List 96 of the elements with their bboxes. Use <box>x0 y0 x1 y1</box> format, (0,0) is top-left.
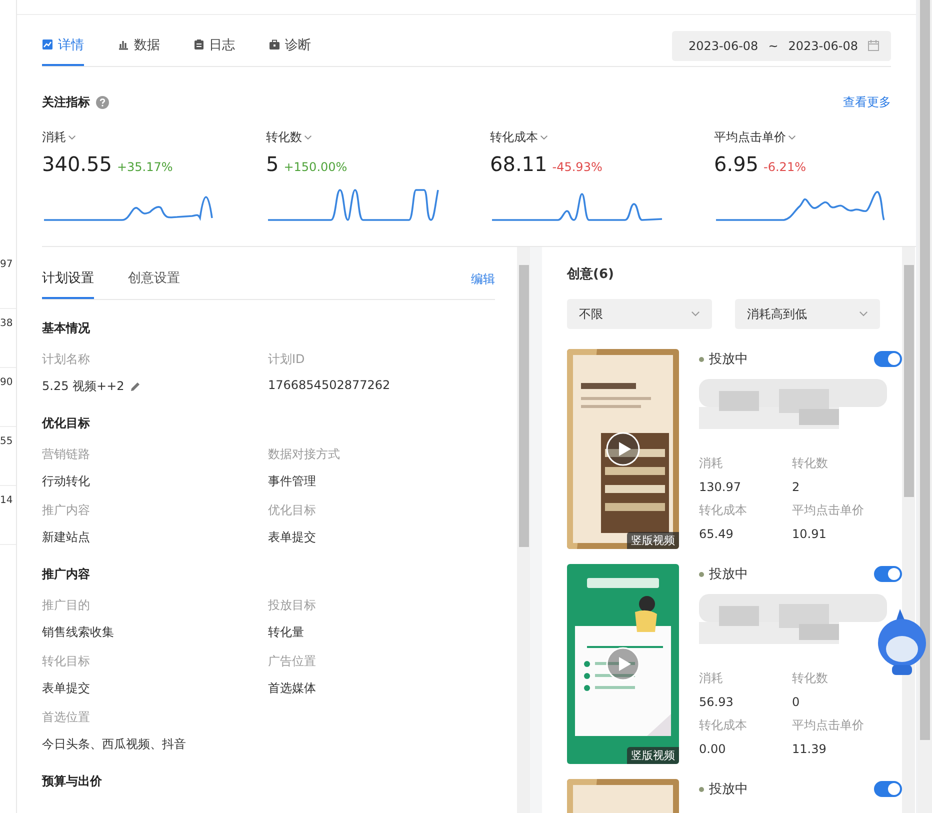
scrollbar[interactable] <box>902 247 915 813</box>
briefcase-icon <box>269 39 280 50</box>
field-label: 数据对接方式 <box>268 446 341 463</box>
table-cell: 38 <box>0 309 16 368</box>
section-title: 优化目标 <box>42 416 90 430</box>
status-label: 投放中 <box>699 780 748 798</box>
stat-value: 65.49 <box>699 527 734 541</box>
field-label: 计划名称 <box>42 351 91 368</box>
section-title: 预算与出价 <box>42 774 102 788</box>
stat-value: 130.97 <box>699 480 742 494</box>
chevron-down-icon <box>540 135 548 140</box>
section-title: 基本情况 <box>42 321 90 335</box>
status-label: 投放中 <box>699 350 748 368</box>
metric-value: 340.55 <box>42 152 112 176</box>
field-label: 营销链路 <box>42 446 91 463</box>
metric-value: 68.11 <box>490 152 548 176</box>
help-icon[interactable] <box>96 96 109 109</box>
bar-chart-icon <box>118 39 129 50</box>
tab[interactable]: 详情 <box>42 25 84 66</box>
stat-value: 11.39 <box>792 742 828 756</box>
stat-value: 2 <box>792 480 801 494</box>
table-cell: 55 <box>0 427 16 486</box>
chevron-down-icon <box>68 135 76 140</box>
field-value: 销售线索收集 <box>42 624 114 641</box>
field-label: 投放目标 <box>268 597 317 614</box>
metric-selector[interactable]: 转化数 <box>266 129 490 146</box>
table-cell: 14 <box>0 486 16 545</box>
chevron-down-icon <box>859 311 868 317</box>
panel-title: 创意(6) <box>567 266 615 283</box>
metric-change: +35.17% <box>116 160 173 174</box>
chevron-down-icon <box>691 311 700 317</box>
metric-selector[interactable]: 转化成本 <box>490 129 714 146</box>
calendar-icon <box>868 40 879 51</box>
dropdown[interactable]: 不限 <box>567 299 712 329</box>
field-value: 新建站点 <box>42 529 90 546</box>
field-value: 行动转化 <box>42 473 90 490</box>
field-value: 1766854502877262 <box>268 378 390 392</box>
field-value: 转化量 <box>268 624 304 641</box>
video-type-badge: 竖版视频 <box>627 747 679 764</box>
field-label: 推广目的 <box>42 597 91 614</box>
tab[interactable]: 数据 <box>118 25 160 66</box>
stat-label: 平均点击单价 <box>792 502 865 519</box>
date-range-field[interactable]: 2023-06-08 ~ 2023-06-08 <box>672 30 891 60</box>
field-label: 首选位置 <box>42 709 91 726</box>
metric-value: 6.95 <box>714 152 759 176</box>
tab[interactable]: 计划设置 <box>42 259 94 299</box>
section-title: 关注指标 <box>42 94 90 111</box>
metric-selector[interactable]: 消耗 <box>42 129 266 146</box>
field-value: 表单提交 <box>268 529 316 546</box>
field-label: 转化目标 <box>42 653 91 670</box>
stat-label: 转化成本 <box>699 717 748 734</box>
tab[interactable]: 创意设置 <box>128 259 180 299</box>
field-value: 今日头条、西瓜视频、抖音 <box>42 736 186 753</box>
field-label: 广告位置 <box>268 653 317 670</box>
chevron-down-icon <box>788 135 796 140</box>
stat-value: 0 <box>792 695 801 709</box>
field-value: 事件管理 <box>268 473 316 490</box>
field-value: 首选媒体 <box>268 680 316 697</box>
field-label: 优化目标 <box>268 502 317 519</box>
toggle-switch[interactable] <box>874 781 902 797</box>
chevron-down-icon <box>304 135 312 140</box>
metric-selector[interactable]: 平均点击单价 <box>714 129 891 146</box>
stat-label: 转化成本 <box>699 502 748 519</box>
table-cell: 97 <box>0 250 16 309</box>
scrollbar[interactable] <box>517 247 530 813</box>
stat-label: 转化数 <box>792 455 829 472</box>
field-value: 5.25 视频++2 <box>42 378 124 395</box>
metric-change: -6.21% <box>764 160 806 174</box>
toggle-switch[interactable] <box>874 566 902 582</box>
clipboard-icon <box>194 39 204 50</box>
stat-label: 消耗 <box>699 455 724 472</box>
dropdown[interactable]: 消耗高到低 <box>735 299 880 329</box>
pencil-icon[interactable] <box>130 381 142 392</box>
tab[interactable]: 诊断 <box>269 25 311 66</box>
stat-label: 消耗 <box>699 670 724 687</box>
play-icon[interactable] <box>605 431 641 467</box>
stat-label: 转化数 <box>792 670 829 687</box>
toggle-switch[interactable] <box>874 351 902 367</box>
stat-value: 56.93 <box>699 695 734 709</box>
stat-value: 0.00 <box>699 742 727 756</box>
view-more-link[interactable]: 查看更多 <box>843 94 891 111</box>
table-cell: 90 <box>0 368 16 427</box>
field-label: 计划ID <box>268 351 306 368</box>
tab[interactable]: 日志 <box>194 25 235 66</box>
video-type-badge: 竖版视频 <box>627 532 679 549</box>
stat-value: 10.91 <box>792 527 828 541</box>
status-label: 投放中 <box>699 565 748 583</box>
field-label: 推广内容 <box>42 502 91 519</box>
field-value: 表单提交 <box>42 680 90 697</box>
metric-value: 5 <box>266 152 279 176</box>
metric-change: +150.00% <box>284 160 348 174</box>
metric-change: -45.93% <box>552 160 602 174</box>
stat-label: 平均点击单价 <box>792 717 865 734</box>
section-title: 推广内容 <box>42 567 90 581</box>
line-chart-icon <box>42 39 53 50</box>
edit-link[interactable]: 编辑 <box>471 270 495 288</box>
